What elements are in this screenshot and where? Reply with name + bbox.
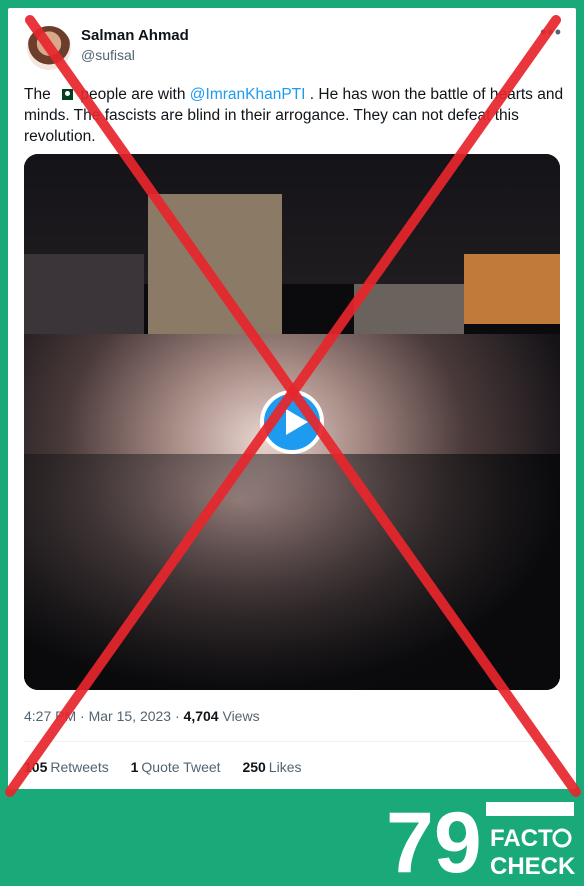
views-label: Views — [222, 708, 260, 724]
tweet-stats: 105 Retweets 1 Quote Tweet 250 Likes — [24, 759, 319, 775]
retweets-stat[interactable]: 105 Retweets — [24, 759, 109, 775]
avatar[interactable] — [27, 26, 71, 70]
tweet-card: Salman Ahmad @sufisal ••• The people are… — [8, 8, 576, 789]
logo-battlement — [486, 802, 574, 816]
tweet-text-prefix: The — [24, 86, 51, 103]
video-scene-crowd-shadow — [24, 454, 560, 690]
check-icon — [552, 828, 572, 848]
likes-label: Likes — [268, 759, 302, 775]
video-scene-building — [464, 254, 560, 324]
quotes-count: 1 — [130, 759, 139, 775]
quotes-label: Quote Tweet — [141, 759, 221, 775]
author-handle[interactable]: @sufisal — [81, 47, 135, 63]
likes-count: 250 — [242, 759, 266, 775]
divider — [24, 741, 560, 742]
tweet-time[interactable]: 4:27 PM — [24, 708, 76, 724]
pakistan-flag-icon — [58, 89, 74, 101]
logo-line-check: CHECK — [490, 853, 576, 880]
video-media[interactable] — [24, 154, 560, 690]
tweet-text: The people are with @ImranKhanPTI . He h… — [24, 84, 564, 147]
likes-stat[interactable]: 250 Likes — [242, 759, 301, 775]
retweets-count: 105 — [24, 759, 48, 775]
quote-tweets-stat[interactable]: 1 Quote Tweet — [131, 759, 221, 775]
mention-link[interactable]: @ImranKhanPTI — [190, 86, 306, 103]
play-button[interactable] — [260, 390, 324, 454]
tweet-meta: 4:27 PM · Mar 15, 2023 · 4,704 Views — [24, 708, 260, 724]
video-scene-building — [148, 194, 282, 334]
fact-check-logo: 79 FACT CHECK — [386, 798, 576, 880]
retweets-label: Retweets — [50, 759, 109, 775]
tweet-text-mid: people are with — [80, 86, 186, 103]
logo-number: 79 — [386, 798, 482, 880]
logo-line-fact: FACT — [490, 825, 553, 852]
more-icon[interactable]: ••• — [540, 22, 562, 43]
views-count: 4,704 — [183, 708, 219, 724]
video-scene-building — [24, 254, 144, 344]
author-name[interactable]: Salman Ahmad — [81, 27, 189, 44]
tweet-date[interactable]: Mar 15, 2023 — [89, 708, 172, 724]
